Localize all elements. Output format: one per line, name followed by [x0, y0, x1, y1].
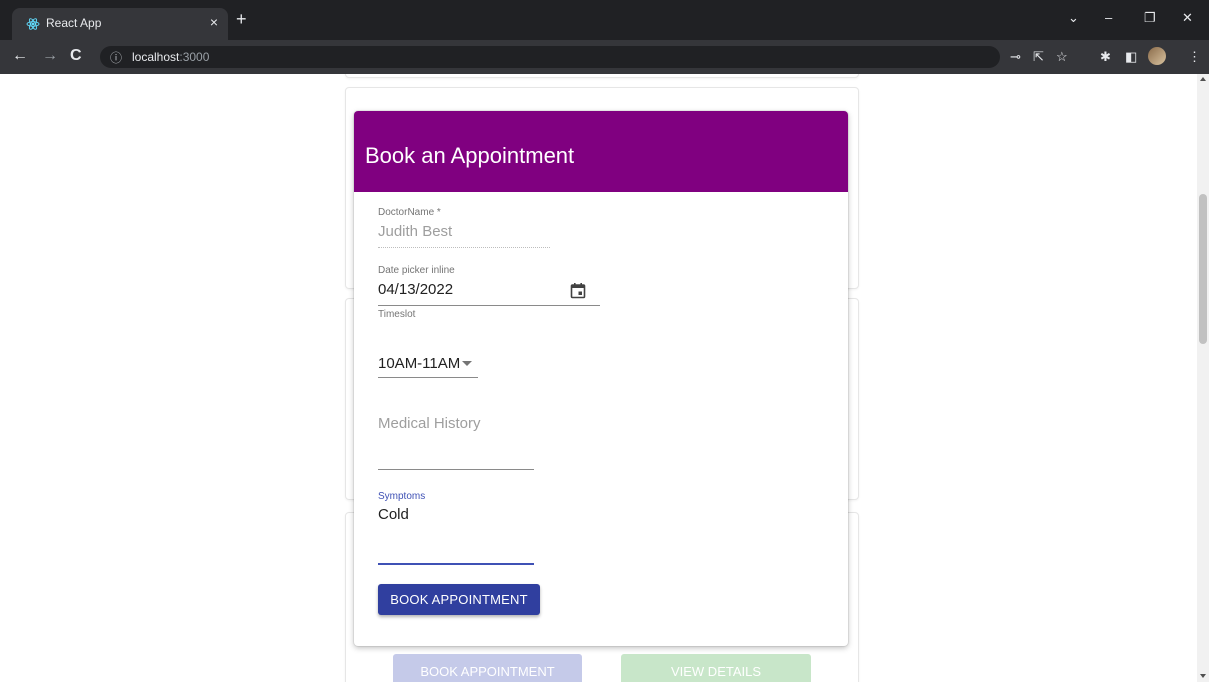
bookmark-star-icon[interactable]: ☆ — [1056, 49, 1068, 65]
menu-kebab-icon[interactable]: ⋮ — [1188, 49, 1201, 65]
react-logo-icon — [26, 18, 40, 30]
scroll-down-arrow-icon[interactable] — [1200, 674, 1206, 678]
calendar-icon[interactable] — [570, 282, 586, 299]
tab-search-icon[interactable]: ⌄ — [1068, 10, 1079, 26]
profile-avatar[interactable] — [1148, 47, 1166, 65]
scroll-up-arrow-icon[interactable] — [1200, 77, 1206, 81]
date-picker-label: Date picker inline — [378, 265, 455, 276]
address-bar[interactable]: ⓘ localhost:3000 — [100, 46, 1000, 68]
tab-close-icon[interactable]: × — [210, 14, 218, 30]
share-icon[interactable]: ⇱ — [1033, 49, 1044, 65]
info-icon[interactable]: ⓘ — [110, 49, 122, 66]
back-icon[interactable]: ← — [12, 47, 28, 65]
book-appointment-button[interactable]: BOOK APPOINTMENT — [378, 584, 540, 615]
restore-icon[interactable]: ❐ — [1144, 10, 1156, 26]
minimize-icon[interactable]: – — [1105, 10, 1112, 25]
symptoms-value: Cold — [378, 506, 409, 523]
tab-title: React App — [46, 16, 102, 30]
book-appointment-dialog: Book an Appointment DoctorName * Judith … — [354, 111, 848, 646]
doctor-name-label: DoctorName * — [378, 207, 441, 218]
date-picker-field[interactable]: Date picker inline 04/13/2022 — [378, 265, 600, 306]
url-text: localhost:3000 — [132, 50, 210, 64]
dialog-title: Book an Appointment — [365, 143, 575, 168]
dropdown-arrow-icon — [462, 361, 472, 366]
dialog-header: Book an Appointment — [354, 111, 848, 192]
symptoms-label: Symptoms — [378, 491, 426, 502]
doctor-name-value: Judith Best — [378, 223, 453, 240]
symptoms-input[interactable]: Symptoms Cold — [378, 491, 534, 565]
background-book-appointment-button: BOOK APPOINTMENT — [393, 654, 582, 682]
background-card — [345, 74, 859, 78]
extensions-icon[interactable]: ✱ — [1100, 49, 1111, 65]
new-tab-icon[interactable]: + — [236, 9, 247, 30]
scrollbar-thumb[interactable] — [1199, 194, 1207, 344]
timeslot-value: 10AM-11AM — [378, 355, 461, 372]
doctor-name-field[interactable]: DoctorName * Judith Best — [378, 207, 550, 248]
page-viewport: BOOK APPOINTMENT VIEW DETAILS Book an Ap… — [0, 74, 1197, 682]
close-window-icon[interactable]: ✕ — [1182, 10, 1193, 26]
background-view-details-button: VIEW DETAILS — [621, 654, 811, 682]
browser-tab-bar: React App × + ⌄ – ❐ ✕ — [0, 0, 1209, 40]
browser-toolbar: ← → C ⓘ localhost:3000 ⊸ ⇱ ☆ ✱ ◧ ⋮ — [0, 40, 1209, 74]
medical-history-placeholder: Medical History — [378, 415, 481, 432]
side-panel-icon[interactable]: ◧ — [1125, 49, 1137, 65]
timeslot-label: Timeslot — [378, 309, 416, 320]
timeslot-select[interactable]: 10AM-11AM — [378, 355, 478, 378]
reload-icon[interactable]: C — [70, 47, 82, 65]
medical-history-input[interactable]: Medical History — [378, 415, 534, 470]
browser-tab[interactable]: React App × — [12, 8, 228, 40]
forward-icon[interactable]: → — [42, 47, 58, 65]
key-icon[interactable]: ⊸ — [1010, 49, 1021, 65]
page-scrollbar[interactable] — [1197, 74, 1209, 682]
date-picker-value: 04/13/2022 — [378, 281, 454, 298]
